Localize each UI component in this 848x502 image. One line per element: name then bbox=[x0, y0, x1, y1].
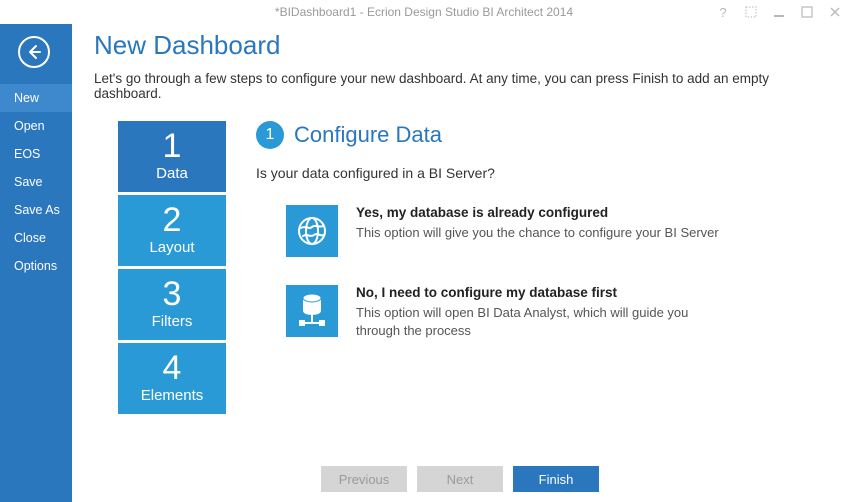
help-icon[interactable]: ? bbox=[716, 5, 730, 20]
sidebar-item-close[interactable]: Close bbox=[0, 224, 72, 252]
sidebar-item-label: Open bbox=[14, 119, 45, 133]
option-no[interactable]: No, I need to configure my database firs… bbox=[256, 285, 826, 339]
w-control-icon[interactable] bbox=[744, 6, 758, 18]
section-title: Configure Data bbox=[294, 122, 442, 148]
close-icon[interactable] bbox=[828, 6, 842, 18]
step-number: 4 bbox=[118, 351, 226, 385]
step-number: 2 bbox=[118, 203, 226, 237]
option-title: No, I need to configure my database firs… bbox=[356, 285, 736, 300]
previous-button: Previous bbox=[321, 466, 407, 492]
back-button[interactable] bbox=[18, 36, 50, 68]
step-tile-layout[interactable]: 2 Layout bbox=[118, 195, 226, 266]
sidebar-item-label: EOS bbox=[14, 147, 40, 161]
section-header: 1 Configure Data bbox=[256, 121, 826, 149]
option-desc: This option will give you the chance to … bbox=[356, 224, 719, 242]
maximize-icon[interactable] bbox=[800, 6, 814, 18]
window-controls: ? bbox=[716, 0, 842, 24]
step-tile-filters[interactable]: 3 Filters bbox=[118, 269, 226, 340]
window-title: *BIDashboard1 - Ecrion Design Studio BI … bbox=[275, 5, 573, 19]
sidebar-item-eos[interactable]: EOS bbox=[0, 140, 72, 168]
section-question: Is your data configured in a BI Server? bbox=[256, 165, 826, 181]
step-label: Layout bbox=[118, 239, 226, 256]
wizard-buttons: Previous Next Finish bbox=[72, 466, 848, 492]
database-icon bbox=[286, 285, 338, 337]
sidebar-item-new[interactable]: New bbox=[0, 84, 72, 112]
section-badge: 1 bbox=[256, 121, 284, 149]
sidebar-item-label: New bbox=[14, 91, 39, 105]
sidebar-item-save-as[interactable]: Save As bbox=[0, 196, 72, 224]
page-title: New Dashboard bbox=[94, 30, 826, 61]
step-label: Data bbox=[118, 165, 226, 182]
step-label: Filters bbox=[118, 313, 226, 330]
sidebar-item-label: Save As bbox=[14, 203, 60, 217]
title-bar: *BIDashboard1 - Ecrion Design Studio BI … bbox=[0, 0, 848, 24]
sidebar-item-options[interactable]: Options bbox=[0, 252, 72, 280]
option-title: Yes, my database is already configured bbox=[356, 205, 719, 220]
sidebar-item-label: Close bbox=[14, 231, 46, 245]
sidebar-item-label: Options bbox=[14, 259, 57, 273]
sidebar-item-open[interactable]: Open bbox=[0, 112, 72, 140]
sidebar-item-save[interactable]: Save bbox=[0, 168, 72, 196]
back-arrow-icon bbox=[26, 44, 42, 60]
globe-icon bbox=[286, 205, 338, 257]
step-tile-data[interactable]: 1 Data bbox=[118, 121, 226, 192]
option-yes[interactable]: Yes, my database is already configured T… bbox=[256, 205, 826, 257]
page-intro: Let's go through a few steps to configur… bbox=[94, 71, 826, 101]
finish-button[interactable]: Finish bbox=[513, 466, 599, 492]
step-number: 3 bbox=[118, 277, 226, 311]
step-number: 1 bbox=[118, 129, 226, 163]
next-button: Next bbox=[417, 466, 503, 492]
step-label: Elements bbox=[118, 387, 226, 404]
sidebar-item-label: Save bbox=[14, 175, 43, 189]
step-tile-elements[interactable]: 4 Elements bbox=[118, 343, 226, 414]
wizard-steps: 1 Data 2 Layout 3 Filters 4 Elements bbox=[118, 121, 226, 417]
option-desc: This option will open BI Data Analyst, w… bbox=[356, 304, 736, 339]
backstage-sidebar: New Open EOS Save Save As Close Options bbox=[0, 24, 72, 502]
main-panel: New Dashboard Let's go through a few ste… bbox=[72, 24, 848, 502]
minimize-icon[interactable] bbox=[772, 6, 786, 18]
